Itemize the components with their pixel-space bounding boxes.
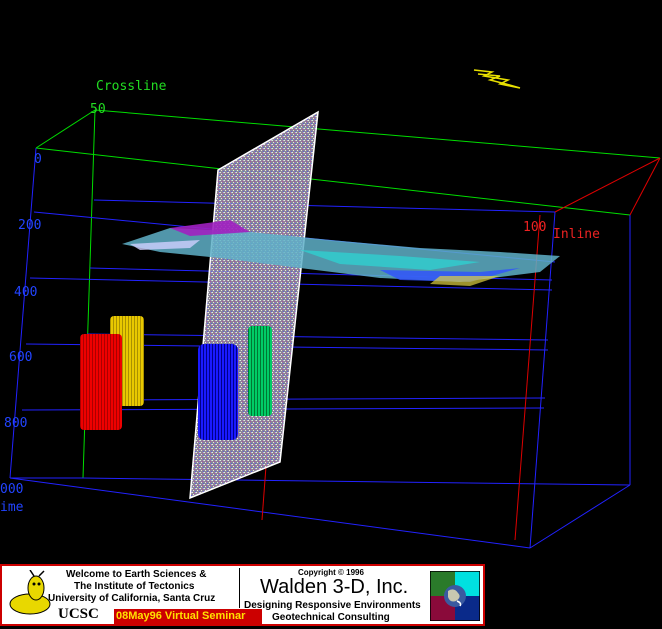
- ucsc-logo-text: UCSC: [58, 606, 99, 622]
- crossline-label: Crossline: [96, 79, 167, 94]
- walden-globe-logo: [430, 571, 480, 621]
- seminar-date-text: 08May96 Virtual Seminar: [116, 610, 246, 622]
- tagline-2: Geotechnical Consulting: [272, 612, 390, 623]
- welcome-line-3: University of California, Santa Cruz: [48, 593, 216, 604]
- seminar-date-badge: 08May96 Virtual Seminar: [114, 609, 262, 624]
- time-tick-800: 800: [4, 416, 28, 431]
- time-tick-200: 200: [18, 218, 42, 233]
- welcome-line-1: Welcome to Earth Sciences &: [66, 569, 207, 580]
- cube-back-frame: [35, 109, 661, 479]
- welcome-line-2: The Institute of Tectonics: [74, 581, 195, 592]
- time-tick-400: 400: [14, 285, 38, 300]
- time-tick-0: 0: [34, 152, 42, 167]
- horizon-surface: [122, 220, 560, 286]
- orientation-glyph: [473, 69, 521, 89]
- inline-label: Inline: [553, 227, 600, 242]
- seismic-3d-viewport[interactable]: Crossline 50 100 Inline 0 200 400 600 80…: [0, 0, 662, 562]
- tagline-1: Designing Responsive Environments: [244, 600, 421, 611]
- banner-divider: [239, 568, 240, 608]
- time-tick-600: 600: [9, 350, 33, 365]
- inline-tick: 100: [523, 220, 547, 235]
- company-name: Walden 3-D, Inc.: [260, 576, 409, 598]
- seminar-banner[interactable]: Welcome to Earth Sciences & The Institut…: [0, 564, 485, 626]
- time-axis-label: ime: [0, 500, 24, 515]
- time-tick-1000: 000: [0, 482, 24, 497]
- seismic-section: [189, 110, 319, 500]
- crossline-tick: 50: [90, 102, 106, 117]
